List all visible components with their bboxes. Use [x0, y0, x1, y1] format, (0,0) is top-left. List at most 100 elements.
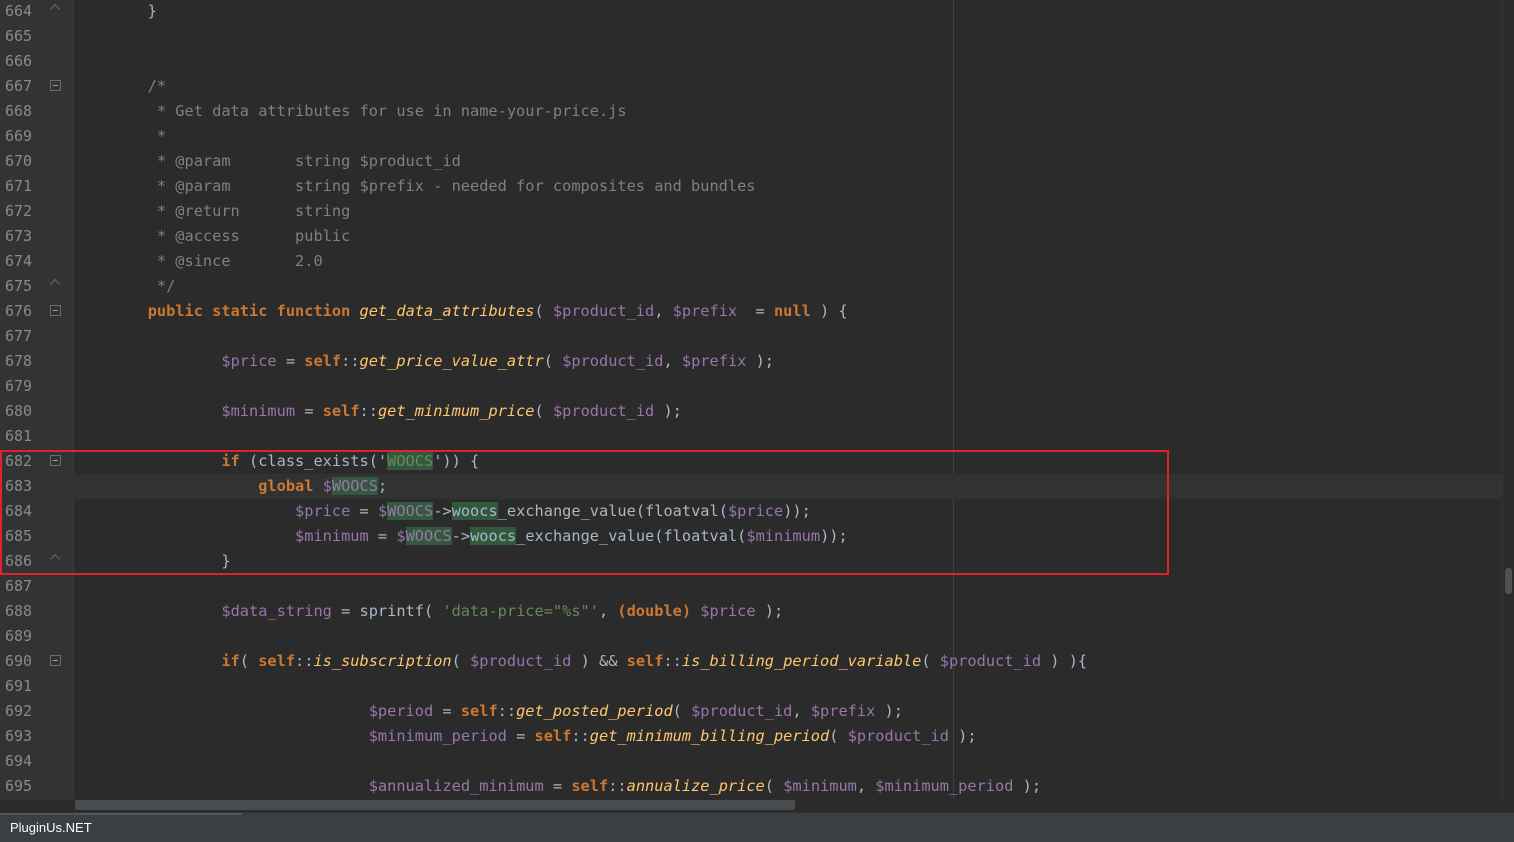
code-line[interactable]: 668 * Get data attributes for use in nam… [0, 99, 1502, 124]
code-text[interactable]: /* [74, 74, 166, 99]
code-token: * [74, 127, 167, 145]
code-token: :: [295, 652, 314, 670]
code-line[interactable]: 664 } [0, 0, 1502, 24]
code-line[interactable]: 669 * [0, 124, 1502, 149]
code-token: $price [221, 352, 277, 370]
code-line[interactable]: 694 [0, 749, 1502, 774]
horizontal-scrollbar-thumb[interactable] [75, 800, 795, 810]
line-number: 687 [5, 577, 33, 595]
code-token: is_billing_period_variable [681, 652, 922, 670]
code-text[interactable]: * @param string $prefix - needed for com… [74, 174, 756, 199]
status-label: PluginUs.NET [10, 820, 92, 835]
code-token: ( [764, 777, 784, 795]
line-number: 679 [5, 377, 33, 395]
code-token: 'data-price="%s"' [442, 602, 599, 620]
code-text[interactable]: */ [74, 274, 175, 299]
line-number: 678 [5, 352, 33, 370]
code-line[interactable]: 678 $price = self::get_price_value_attr(… [0, 349, 1502, 374]
code-line[interactable]: 671 * @param string $prefix - needed for… [0, 174, 1502, 199]
code-token: ( [543, 352, 563, 370]
code-token: $prefix [810, 702, 876, 720]
code-line[interactable]: 665 [0, 24, 1502, 49]
code-line[interactable]: 681 [0, 424, 1502, 449]
line-number: 675 [5, 277, 33, 295]
code-token: ) ){ [1041, 652, 1088, 670]
code-token: , [598, 602, 618, 620]
code-line[interactable]: 672 * @return string [0, 199, 1502, 224]
code-line[interactable]: 695 $annualized_minimum = self::annualiz… [0, 774, 1502, 799]
line-number: 694 [5, 752, 33, 770]
code-text[interactable]: } [74, 0, 157, 24]
code-token: ); [755, 602, 784, 620]
code-line[interactable]: 670 * @param string $product_id [0, 149, 1502, 174]
line-number: 689 [5, 627, 33, 645]
code-token: get_minimum_price [377, 402, 535, 420]
line-number: 692 [5, 702, 33, 720]
code-text[interactable]: * [74, 124, 166, 149]
code-line[interactable]: 687 [0, 574, 1502, 599]
line-number: 688 [5, 602, 33, 620]
code-line[interactable]: 693 $minimum_period = self::get_minimum_… [0, 724, 1502, 749]
code-text[interactable]: public static function get_data_attribut… [74, 299, 848, 324]
code-line[interactable]: 666 [0, 49, 1502, 74]
code-text[interactable]: * @param string $product_id [74, 149, 461, 174]
status-bar: PluginUs.NET [0, 812, 1514, 842]
code-line[interactable]: 675 */ [0, 274, 1502, 299]
code-line[interactable]: 676 public static function get_data_attr… [0, 299, 1502, 324]
code-token: $minimum_period [368, 727, 507, 745]
fold-toggle-icon[interactable] [50, 305, 61, 316]
code-text[interactable]: * Get data attributes for use in name-yo… [74, 99, 627, 124]
code-line[interactable]: 689 [0, 624, 1502, 649]
line-number: 691 [5, 677, 33, 695]
code-token: = [295, 402, 323, 420]
code-token: (double) [617, 602, 692, 620]
code-token: $data_string [221, 602, 332, 620]
code-line[interactable]: 690 if( self::is_subscription( $product_… [0, 649, 1502, 674]
code-token: $prefix [672, 302, 738, 320]
code-token: $minimum [783, 777, 857, 795]
code-line[interactable]: 674 * @since 2.0 [0, 249, 1502, 274]
code-line[interactable]: 667 /* [0, 74, 1502, 99]
code-token: annualize_price [626, 777, 765, 795]
code-token: = sprintf( [331, 602, 443, 620]
code-editor[interactable]: 664 } 665 666 667 /* 668 * Get data attribut… [0, 0, 1514, 812]
line-number: 670 [5, 152, 33, 170]
code-token: :: [497, 702, 517, 720]
code-text[interactable]: * @access public [74, 224, 350, 249]
code-text[interactable]: $data_string = sprintf( 'data-price="%s"… [74, 599, 783, 624]
code-text[interactable]: $period = self::get_posted_period( $prod… [74, 699, 903, 724]
code-text[interactable]: if( self::is_subscription( $product_id )… [74, 649, 1087, 674]
code-token: get_price_value_attr [359, 352, 544, 370]
code-line[interactable]: 677 [0, 324, 1502, 349]
code-token: ); [948, 727, 977, 745]
code-line[interactable]: 688 $data_string = sprintf( 'data-price=… [0, 599, 1502, 624]
code-token: $product_id [552, 302, 655, 320]
code-text[interactable]: $minimum = self::get_minimum_price( $pro… [74, 399, 682, 424]
code-text[interactable]: * @return string [74, 199, 350, 224]
code-text[interactable]: * @since 2.0 [74, 249, 323, 274]
code-token: ( [672, 702, 692, 720]
code-token: ( [921, 652, 940, 670]
fold-toggle-icon[interactable] [50, 80, 61, 91]
code-token: , [792, 702, 811, 720]
code-text[interactable]: $price = self::get_price_value_attr( $pr… [74, 349, 774, 374]
code-line[interactable]: 680 $minimum = self::get_minimum_price( … [0, 399, 1502, 424]
code-token: :: [341, 352, 360, 370]
code-text[interactable]: $minimum_period = self::get_minimum_bill… [74, 724, 977, 749]
code-token: ( [829, 727, 848, 745]
code-token: self [322, 402, 360, 420]
code-line[interactable]: 673 * @access public [0, 224, 1502, 249]
code-line[interactable]: 679 [0, 374, 1502, 399]
code-line[interactable]: 691 [0, 674, 1502, 699]
vertical-scrollbar-thumb[interactable] [1505, 568, 1512, 594]
code-text[interactable]: $annualized_minimum = self::annualize_pr… [74, 774, 1041, 799]
code-token: self [460, 702, 498, 720]
line-number: 669 [5, 127, 33, 145]
code-line[interactable]: 692 $period = self::get_posted_period( $… [0, 699, 1502, 724]
fold-toggle-icon[interactable] [50, 655, 61, 666]
vertical-scrollbar[interactable] [1502, 0, 1514, 800]
